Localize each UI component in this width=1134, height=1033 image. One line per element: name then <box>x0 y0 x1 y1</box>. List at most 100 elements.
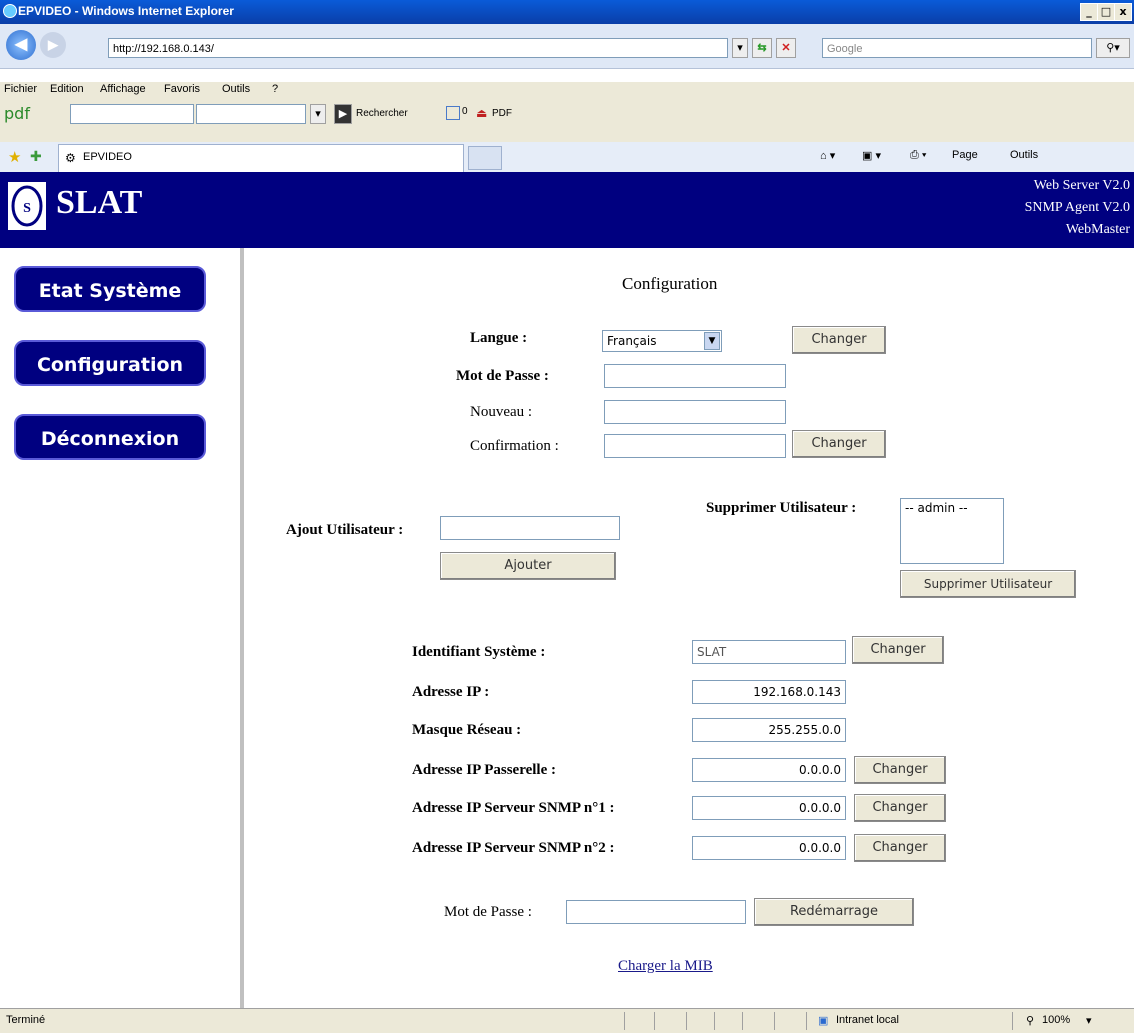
langue-label: Langue : <box>470 330 528 346</box>
pdf-toolbar: pdf ▾ ▶ Rechercher 0 ⏏ PDF <box>0 100 1134 143</box>
status-divider <box>774 1012 775 1030</box>
nouveau-input[interactable] <box>604 400 786 424</box>
snmp1-label: Adresse IP Serveur SNMP n°1 : <box>412 800 615 816</box>
address-dropdown-icon[interactable]: ▾ <box>732 38 748 58</box>
confirmation-label: Confirmation : <box>470 438 559 454</box>
changer-snmp2-button[interactable]: Changer <box>854 834 946 862</box>
menu-edition[interactable]: Edition <box>50 83 84 95</box>
confirmation-input[interactable] <box>604 434 786 458</box>
nouveau-label: Nouveau : <box>470 404 533 420</box>
snmp1-input[interactable]: 0.0.0.0 <box>692 796 846 820</box>
pdf-combo-dropdown-icon[interactable]: ▾ <box>310 104 326 124</box>
page-icon <box>446 106 460 120</box>
rechercher-label[interactable]: Rechercher <box>356 108 408 119</box>
pdf-search-input[interactable] <box>70 104 194 124</box>
status-divider <box>624 1012 625 1030</box>
zoom-icon[interactable]: ⚲ <box>1026 1014 1034 1027</box>
back-icon[interactable]: ◀ <box>6 30 36 60</box>
passerelle-label: Adresse IP Passerelle : <box>412 762 557 778</box>
maximize-button[interactable]: □ <box>1097 3 1115 21</box>
close-button[interactable]: x <box>1114 3 1132 21</box>
pdf-combo[interactable] <box>196 104 306 124</box>
nav-configuration[interactable]: Configuration <box>14 340 206 386</box>
page-counter: 0 <box>462 106 468 117</box>
masque-input[interactable]: 255.255.0.0 <box>692 718 846 742</box>
snmp2-input[interactable]: 0.0.0.0 <box>692 836 846 860</box>
go-arrow-icon[interactable]: ▶ <box>334 104 352 124</box>
print-icon[interactable]: ⎙ ▾ <box>910 149 926 162</box>
status-divider <box>714 1012 715 1030</box>
menu-fichier[interactable]: Fichier <box>4 83 37 95</box>
slat-logo: S <box>8 182 46 230</box>
changer-snmp1-button[interactable]: Changer <box>854 794 946 822</box>
mdp-input[interactable] <box>604 364 786 388</box>
search-icon[interactable]: ⚲▾ <box>1096 38 1130 58</box>
left-nav: Etat Système Configuration Déconnexion <box>0 248 244 1008</box>
ip-input[interactable]: 192.168.0.143 <box>692 680 846 704</box>
status-divider <box>742 1012 743 1030</box>
changer-passerelle-button[interactable]: Changer <box>854 756 946 784</box>
restart-mdp-input[interactable] <box>566 900 746 924</box>
snmp-agent-version: SNMP Agent V2.0 <box>1024 200 1130 215</box>
identifiant-input[interactable]: SLAT <box>692 640 846 664</box>
minimize-button[interactable]: _ <box>1080 3 1098 21</box>
site-header: S SLAT Web Server V2.0 SNMP Agent V2.0 W… <box>0 172 1134 248</box>
charger-mib-link[interactable]: Charger la MIB <box>618 958 713 975</box>
snmp2-label: Adresse IP Serveur SNMP n°2 : <box>412 840 615 856</box>
window-title: EPVIDEO - Windows Internet Explorer <box>18 4 234 18</box>
ajouter-button[interactable]: Ajouter <box>440 552 616 580</box>
changer-mdp-button[interactable]: Changer <box>792 430 886 458</box>
menu-help[interactable]: ? <box>272 83 278 95</box>
intranet-icon: ▣ <box>818 1015 829 1027</box>
menu-outils[interactable]: Outils <box>222 83 250 95</box>
feeds-icon[interactable]: ▣ ▾ <box>862 149 881 162</box>
status-divider <box>1012 1012 1013 1030</box>
forward-icon[interactable]: ▶ <box>40 32 66 58</box>
zoom-dropdown-icon[interactable]: ▾ <box>1086 1014 1092 1027</box>
status-divider <box>686 1012 687 1030</box>
zone-label: Intranet local <box>836 1014 899 1026</box>
list-item[interactable]: -- admin -- <box>905 501 999 515</box>
ie-icon <box>3 4 17 18</box>
search-input[interactable]: Google <box>822 38 1092 58</box>
pdf-logo: pdf <box>4 104 30 123</box>
svg-text:S: S <box>23 201 31 216</box>
nav-deconnexion[interactable]: Déconnexion <box>14 414 206 460</box>
changer-identifiant-button[interactable]: Changer <box>852 636 944 664</box>
refresh-icon[interactable]: ⇆ <box>752 38 772 58</box>
menu-affichage[interactable]: Affichage <box>100 83 146 95</box>
webmaster-label: WebMaster <box>1065 222 1130 237</box>
ajout-utilisateur-input[interactable] <box>440 516 620 540</box>
tab-epvideo[interactable]: ⚙ EPVIDEO <box>58 144 464 172</box>
ip-label: Adresse IP : <box>412 684 490 700</box>
passerelle-input[interactable]: 0.0.0.0 <box>692 758 846 782</box>
new-tab-button[interactable] <box>468 146 502 170</box>
pdf-button[interactable]: PDF <box>492 108 512 119</box>
changer-langue-button[interactable]: Changer <box>792 326 886 354</box>
mdp-label: Mot de Passe : <box>456 368 549 384</box>
zoom-level[interactable]: 100% <box>1042 1014 1070 1026</box>
page-menu[interactable]: Page <box>952 149 978 161</box>
redemarrage-button[interactable]: Redémarrage <box>754 898 914 926</box>
status-divider <box>806 1012 807 1030</box>
address-input[interactable]: http://192.168.0.143/ <box>108 38 728 58</box>
home-icon[interactable]: ⌂ ▾ <box>820 149 835 162</box>
nav-etat-systeme[interactable]: Etat Système <box>14 266 206 312</box>
restart-mdp-label: Mot de Passe : <box>444 904 532 920</box>
menu-bar: Fichier Edition Affichage Favoris Outils… <box>0 82 1134 100</box>
web-server-version: Web Server V2.0 <box>1033 178 1130 193</box>
tools-menu[interactable]: Outils <box>1010 149 1038 161</box>
chevron-down-icon: ▼ <box>704 332 720 350</box>
supprimer-utilisateur-button[interactable]: Supprimer Utilisateur <box>900 570 1076 598</box>
user-listbox[interactable]: -- admin -- <box>900 498 1004 564</box>
menu-favoris[interactable]: Favoris <box>164 83 200 95</box>
stop-icon[interactable]: ✕ <box>776 38 796 58</box>
tab-label: EPVIDEO <box>83 151 132 163</box>
ajout-utilisateur-label: Ajout Utilisateur : <box>286 522 404 538</box>
langue-select[interactable]: Français ▼ <box>602 330 722 352</box>
supprimer-utilisateur-label: Supprimer Utilisateur : <box>706 500 857 516</box>
brand-title: SLAT <box>56 184 143 221</box>
langue-value: Français <box>607 334 657 348</box>
favorites-star-icon[interactable]: ★ <box>8 148 21 166</box>
add-favorite-icon[interactable]: ✚ <box>30 148 42 165</box>
